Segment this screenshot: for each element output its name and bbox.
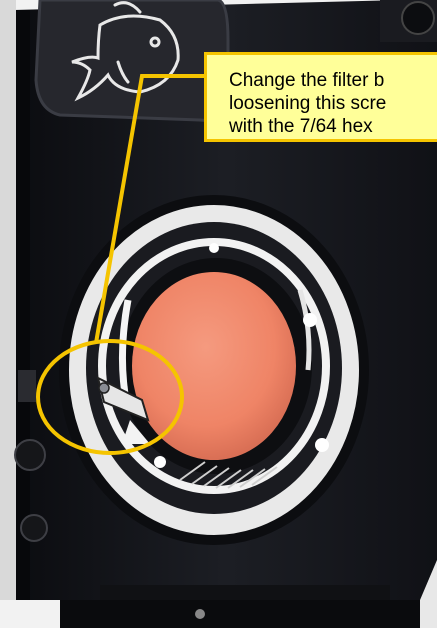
orange-filter	[132, 272, 296, 460]
top-window	[34, 0, 230, 122]
callout-line-3: with the 7/64 hex	[229, 116, 373, 137]
screw-icon	[98, 382, 110, 394]
callout-line-1: Change the filter b	[229, 70, 385, 91]
callout-line-2: loosening this scre	[229, 93, 387, 114]
callout-box: Change the filter b loosening this scre …	[204, 52, 437, 142]
